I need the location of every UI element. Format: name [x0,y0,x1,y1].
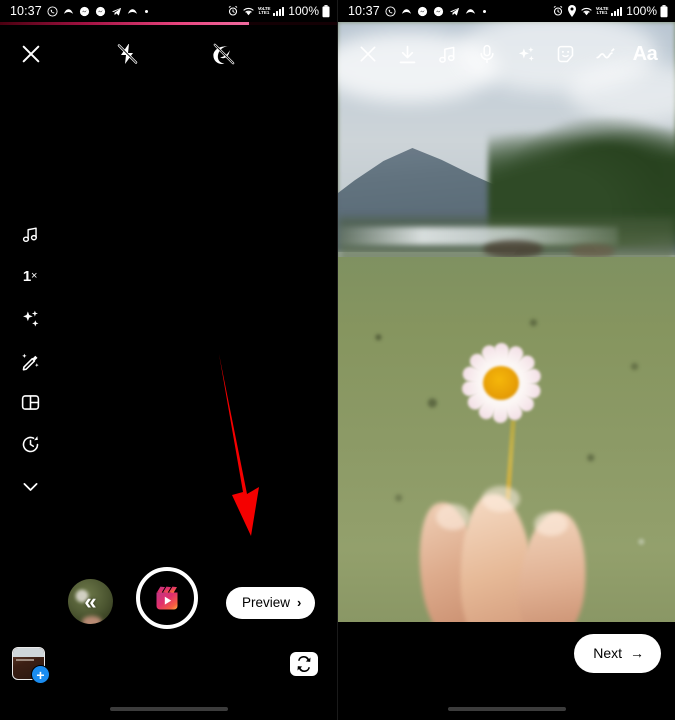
location-icon [567,5,577,17]
left-phone-screen: 10:37 VoLTE LTE1 100% 1 × « Preview › + [0,0,338,720]
back-chevron-icon: « [84,588,97,614]
right-phone-screen: 10:37 VoLTE LTE1 100% Aa Next → [338,0,675,720]
status-bar-right-group: VoLTE LTE1 100% [227,4,330,18]
messenger-icon [433,6,444,17]
gallery-thumb-line [16,659,34,661]
next-label: Next [593,645,622,661]
status-bar-left: 10:37 VoLTE LTE1 100% [0,0,337,22]
instagram-icon [401,7,412,16]
speed-icon[interactable]: 1 × [13,264,47,288]
status-time: 10:37 [10,4,42,18]
next-button[interactable]: Next → [574,634,661,673]
arrow-to-preview [219,354,259,536]
gallery-thumb-top [13,648,44,657]
daisy-flower [451,335,551,430]
volte-icon: VoLTE LTE1 [257,5,271,15]
telegram-icon [111,6,122,17]
thumbnail-hand [82,616,102,624]
close-icon[interactable] [3,43,59,65]
status-bar-right-right-group: VoLTE LTE1 100% [552,4,668,18]
sticker-icon[interactable] [550,38,582,70]
media-preview[interactable] [338,22,675,622]
effects-icon[interactable] [13,306,47,330]
text-icon[interactable]: Aa [629,38,661,70]
layout-icon[interactable] [13,390,47,414]
chevron-right-icon: › [297,595,302,610]
download-icon[interactable] [392,38,424,70]
rock [483,240,543,258]
screenshot-stage: 10:37 VoLTE LTE1 100% 1 × « Preview › + … [0,0,675,720]
wifi-icon [242,6,255,17]
camera-side-tools: 1 × [12,222,48,498]
wifi-icon [580,6,593,17]
retouch-icon[interactable] [13,348,47,372]
previous-clip-thumbnail[interactable]: « [68,579,113,624]
recording-progress-fill [0,22,250,25]
add-media-badge[interactable]: + [31,665,50,684]
telegram-icon [449,6,460,17]
more-dot-icon [144,9,148,13]
status-time: 10:37 [348,4,380,18]
sound-off-icon[interactable] [195,41,251,68]
battery-icon [322,4,330,18]
river [338,227,618,245]
speed-suffix: × [30,270,38,282]
recording-progress-bar [0,22,337,25]
alarm-icon [552,5,564,17]
messenger-icon [79,6,90,17]
messenger-icon [95,6,106,17]
status-bar-right: 10:37 VoLTE LTE1 100% [338,0,675,22]
arrow-right-icon: → [630,645,644,661]
whatsapp-icon [385,5,396,17]
signal-bars-icon [611,6,623,16]
reels-icon [153,584,181,612]
hand-holding-flower [398,452,628,622]
chevron-down-icon[interactable] [13,474,47,498]
nav-gesture-handle[interactable] [109,707,228,711]
camera-capture-controls: « Preview › [0,561,337,629]
battery-percent: 100% [288,4,319,18]
volte-icon: VoLTE LTE1 [595,5,609,15]
battery-icon [660,4,668,18]
camera-top-toolbar [0,26,337,82]
instagram-icon [127,7,138,16]
flip-camera-icon[interactable] [289,650,319,678]
draw-icon[interactable] [589,38,621,70]
timer-icon[interactable] [13,432,47,456]
flower-center [483,365,519,400]
preview-button[interactable]: Preview › [226,587,316,619]
close-icon[interactable] [352,38,384,70]
status-bar-left-group: 10:37 [10,4,150,18]
signal-bars-icon [273,6,285,16]
preview-label: Preview [242,595,291,610]
speed-value: 1 [22,267,31,285]
instagram-icon [63,7,74,16]
more-dot-icon [482,9,486,13]
effects-icon[interactable] [510,38,542,70]
battery-percent: 100% [626,4,657,18]
microphone-icon[interactable] [471,38,503,70]
music-icon[interactable] [13,222,47,246]
instagram-icon [465,7,476,16]
status-bar-right-left-group: 10:37 [348,4,488,18]
messenger-icon [417,6,428,17]
flash-off-icon[interactable] [99,42,155,66]
music-icon[interactable] [431,38,463,70]
story-editor-toolbar: Aa [338,30,675,78]
rock [570,244,615,258]
nav-gesture-handle[interactable] [447,707,566,711]
alarm-icon [227,5,239,17]
camera-bottom-row: + [0,638,337,684]
reels-record-button[interactable] [136,567,198,629]
whatsapp-icon [47,5,58,17]
